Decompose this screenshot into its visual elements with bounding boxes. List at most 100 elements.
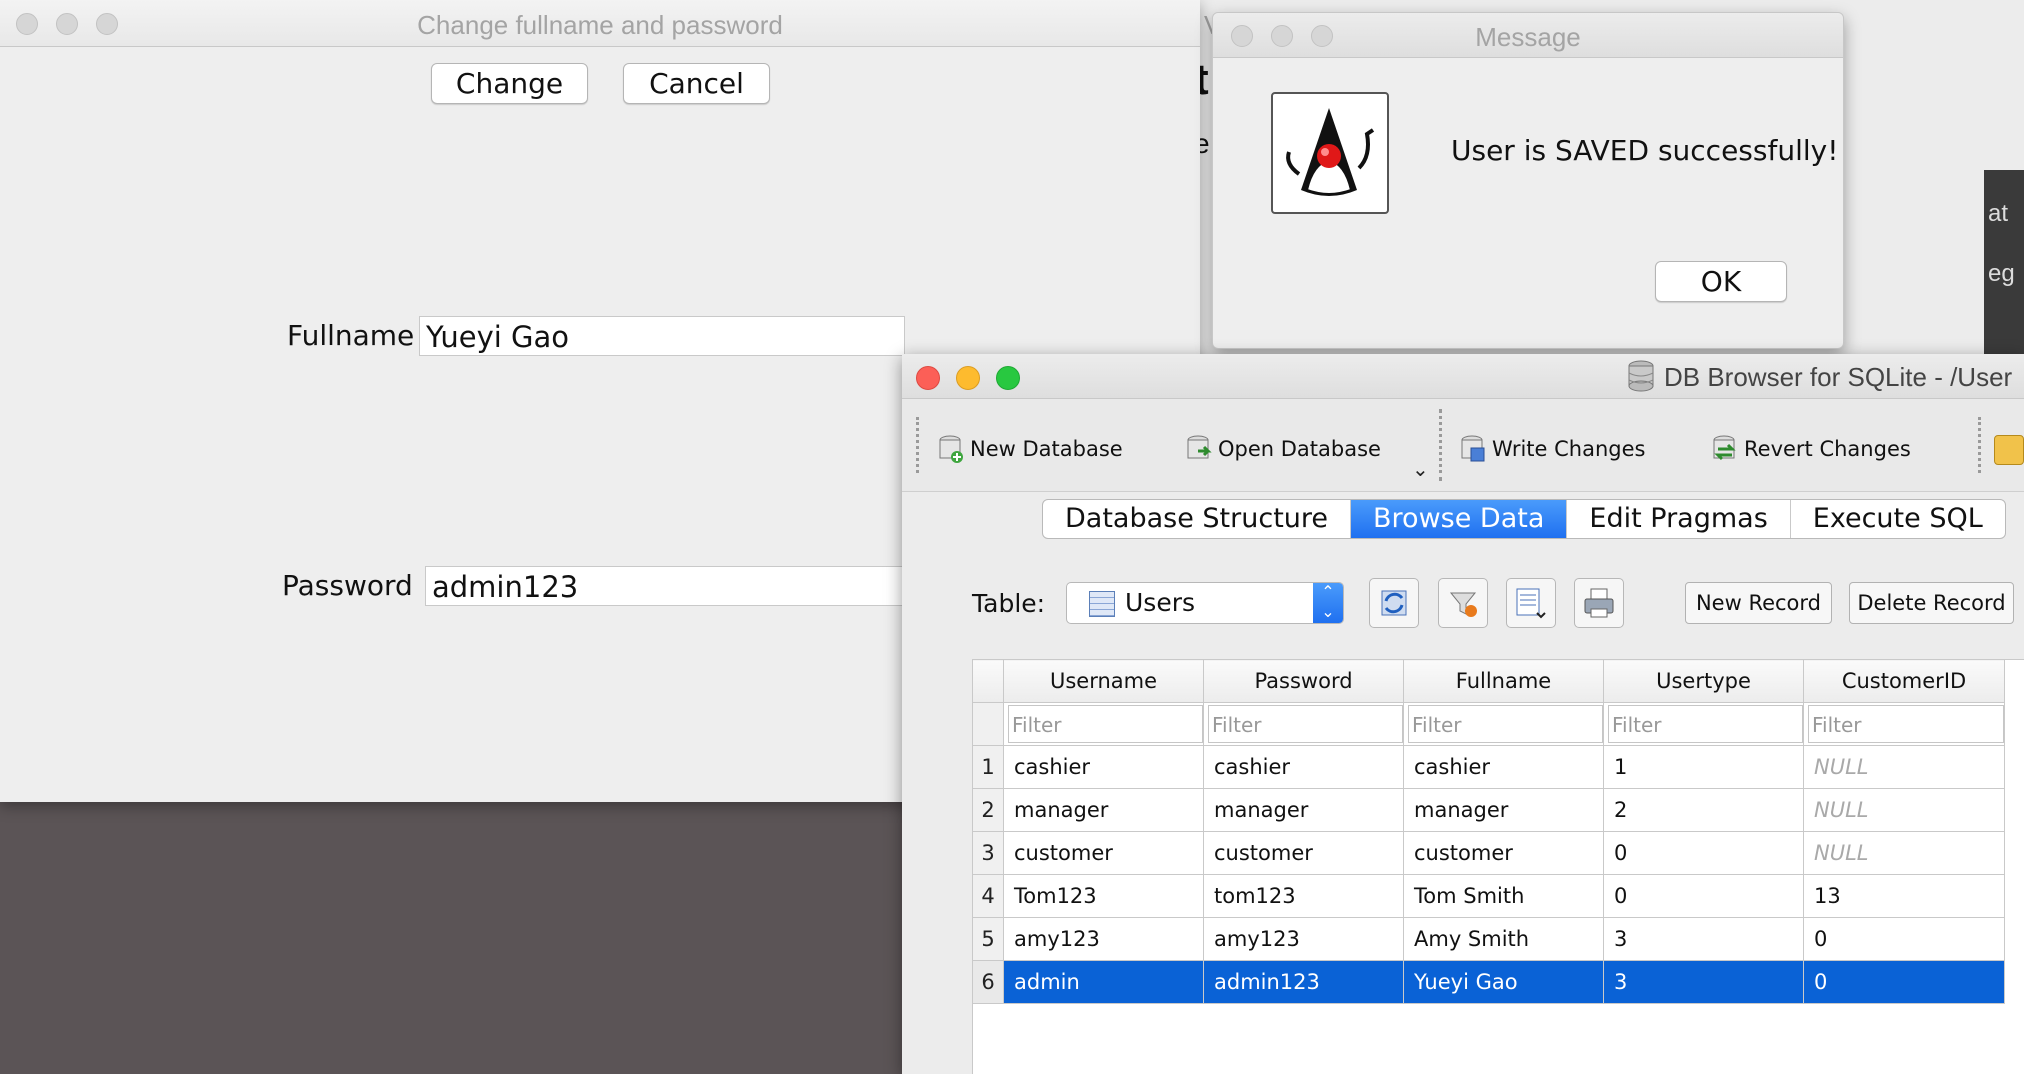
toolbar: New Database Open Database ⌄ Write Chang… xyxy=(902,399,2024,492)
tab-execute-sql[interactable]: Execute SQL xyxy=(1791,500,2005,538)
table-cell[interactable]: cashier xyxy=(1003,745,1204,789)
filter-cell: Filter xyxy=(1603,702,1804,746)
message-dialog: Message User is SAVED successfully! OK xyxy=(1212,12,1844,349)
right-edge-fragment-2: eg xyxy=(1988,260,2015,287)
new-database-icon xyxy=(939,435,963,463)
table-row[interactable]: 4 Tom123 tom123 Tom Smith 0 13 xyxy=(972,874,2005,918)
table-cell[interactable]: 0 xyxy=(1803,917,2005,961)
open-database-label: Open Database xyxy=(1218,437,1381,461)
table-cell[interactable]: 2 xyxy=(1603,788,1804,832)
table-cell[interactable]: tom123 xyxy=(1203,874,1404,918)
change-button[interactable]: Change xyxy=(431,63,588,104)
open-database-dropdown-chevron-icon[interactable]: ⌄ xyxy=(1412,457,1429,482)
table-cell[interactable]: NULL xyxy=(1803,745,2005,789)
new-database-label: New Database xyxy=(970,437,1123,461)
row-number[interactable]: 6 xyxy=(972,960,1004,1004)
table-cell[interactable]: admin xyxy=(1003,960,1204,1004)
table-cell[interactable]: Tom Smith xyxy=(1403,874,1604,918)
revert-changes-button[interactable]: Revert Changes xyxy=(1712,435,1911,463)
message-dialog-title: Message xyxy=(1475,22,1581,52)
row-number[interactable]: 1 xyxy=(972,745,1004,789)
tab-database-structure[interactable]: Database Structure xyxy=(1043,500,1352,538)
table-cell[interactable]: 0 xyxy=(1803,960,2005,1004)
table-cell[interactable]: manager xyxy=(1403,788,1604,832)
tab-browse-data[interactable]: Browse Data xyxy=(1351,500,1568,538)
table-row[interactable]: 2 manager manager manager 2 NULL xyxy=(972,788,2005,832)
clear-filters-icon[interactable] xyxy=(1438,578,1488,628)
table-cell[interactable]: 0 xyxy=(1603,874,1804,918)
table-cell[interactable]: customer xyxy=(1003,831,1204,875)
dbbrowser-window: DB Browser for SQLite - /User New Databa… xyxy=(902,354,2024,1074)
filter-input[interactable]: Filter xyxy=(1208,705,1403,743)
row-number[interactable]: 3 xyxy=(972,831,1004,875)
write-changes-icon xyxy=(1461,435,1485,462)
filter-cell: Filter xyxy=(1003,702,1204,746)
table-cell[interactable]: cashier xyxy=(1403,745,1604,789)
table-cell[interactable]: cashier xyxy=(1203,745,1404,789)
fullname-label: Fullname xyxy=(287,319,415,352)
java-duke-icon xyxy=(1271,92,1389,214)
row-number[interactable]: 4 xyxy=(972,874,1004,918)
main-tabs: Database Structure Browse Data Edit Prag… xyxy=(1042,499,2006,539)
change-dialog-title: Change fullname and password xyxy=(417,10,783,40)
ok-button[interactable]: OK xyxy=(1655,261,1787,302)
table-cell[interactable]: customer xyxy=(1203,831,1404,875)
table-cell[interactable]: Amy Smith xyxy=(1403,917,1604,961)
table-cell[interactable]: Yueyi Gao xyxy=(1403,960,1604,1004)
column-header[interactable]: Password xyxy=(1203,659,1404,703)
delete-record-button[interactable]: Delete Record xyxy=(1849,582,2014,624)
refresh-icon[interactable] xyxy=(1369,578,1419,628)
close-button[interactable] xyxy=(916,366,940,390)
toolbar-separator-2 xyxy=(1978,417,1981,473)
cancel-button[interactable]: Cancel xyxy=(623,63,770,104)
table-select-value: Users xyxy=(1125,588,1196,617)
fullname-field[interactable]: Yueyi Gao xyxy=(419,316,905,356)
column-header[interactable]: Username xyxy=(1003,659,1204,703)
table-row[interactable]: 6 admin admin123 Yueyi Gao 3 0 xyxy=(972,960,2005,1004)
column-header[interactable]: CustomerID xyxy=(1803,659,2005,703)
table-row[interactable]: 1 cashier cashier cashier 1 NULL xyxy=(972,745,2005,789)
data-grid: Username Password Fullname Usertype Cust… xyxy=(972,659,2005,1004)
new-record-button[interactable]: New Record xyxy=(1685,582,1832,624)
table-cell[interactable]: amy123 xyxy=(1003,917,1204,961)
open-database-button[interactable]: Open Database xyxy=(1186,435,1381,463)
filter-input[interactable]: Filter xyxy=(1808,705,2004,743)
table-cell[interactable]: 13 xyxy=(1803,874,2005,918)
table-row[interactable]: 3 customer customer customer 0 NULL xyxy=(972,831,2005,875)
new-database-button[interactable]: New Database xyxy=(938,435,1123,463)
table-cell[interactable]: 0 xyxy=(1603,831,1804,875)
column-header[interactable]: Fullname xyxy=(1403,659,1604,703)
table-row[interactable]: 5 amy123 amy123 Amy Smith 3 0 xyxy=(972,917,2005,961)
filter-input[interactable]: Filter xyxy=(1408,705,1603,743)
minimize-button[interactable] xyxy=(956,366,980,390)
table-cell[interactable]: customer xyxy=(1403,831,1604,875)
table-cell[interactable]: 3 xyxy=(1603,917,1804,961)
column-header[interactable]: Usertype xyxy=(1603,659,1804,703)
table-cell[interactable]: admin123 xyxy=(1203,960,1404,1004)
zoom-button[interactable] xyxy=(996,366,1020,390)
table-grid-icon xyxy=(1089,591,1115,617)
filter-row-corner xyxy=(972,702,1004,746)
table-cell[interactable]: amy123 xyxy=(1203,917,1404,961)
row-number[interactable]: 5 xyxy=(972,917,1004,961)
table-cell[interactable]: NULL xyxy=(1803,831,2005,875)
password-field[interactable]: admin123 xyxy=(425,566,915,606)
write-changes-label: Write Changes xyxy=(1492,437,1646,461)
table-cell[interactable]: Tom123 xyxy=(1003,874,1204,918)
table-cell[interactable]: 3 xyxy=(1603,960,1804,1004)
tab-edit-pragmas[interactable]: Edit Pragmas xyxy=(1567,500,1791,538)
filter-input[interactable]: Filter xyxy=(1008,705,1203,743)
table-select[interactable]: Users ⌃ ⌄ xyxy=(1066,582,1344,624)
save-table-icon[interactable] xyxy=(1506,578,1556,628)
filter-input[interactable]: Filter xyxy=(1608,705,1803,743)
new-record-label: New Record xyxy=(1695,591,1822,615)
table-cell[interactable]: NULL xyxy=(1803,788,2005,832)
row-number[interactable]: 2 xyxy=(972,788,1004,832)
extension-icon[interactable] xyxy=(1994,435,2024,465)
table-cell[interactable]: manager xyxy=(1203,788,1404,832)
table-cell[interactable]: manager xyxy=(1003,788,1204,832)
table-cell[interactable]: 1 xyxy=(1603,745,1804,789)
print-icon[interactable] xyxy=(1574,578,1624,628)
write-changes-button[interactable]: Write Changes xyxy=(1460,435,1645,463)
dbbrowser-titlebar: DB Browser for SQLite - /User xyxy=(902,354,2024,399)
